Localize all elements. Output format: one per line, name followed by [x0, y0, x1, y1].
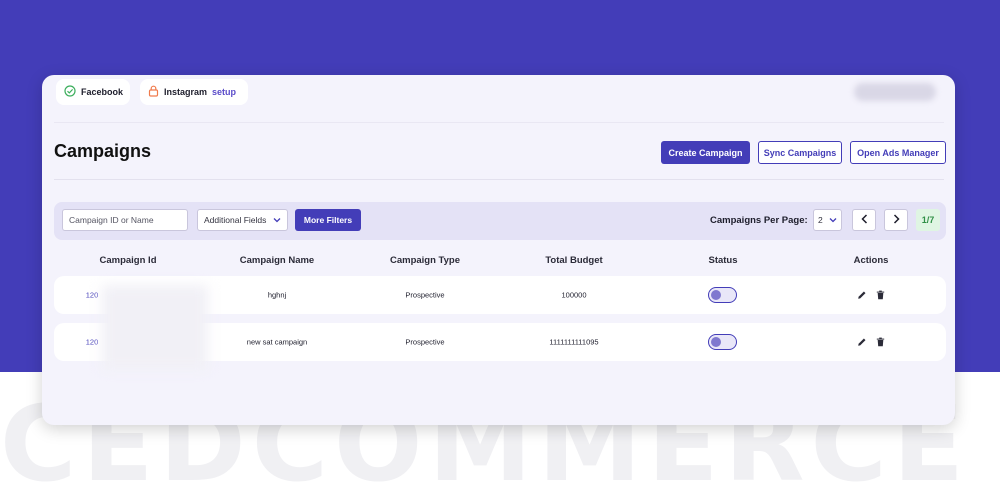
campaigns-panel: Facebook Instagram setup Campaigns Creat… — [42, 75, 955, 425]
column-header-campaign-name: Campaign Name — [239, 255, 315, 266]
toggle-knob — [711, 336, 721, 347]
create-campaign-button[interactable]: Create Campaign — [661, 141, 750, 164]
divider — [54, 122, 944, 123]
delete-icon[interactable] — [876, 290, 885, 300]
sync-campaigns-button[interactable]: Sync Campaigns — [758, 141, 842, 164]
instagram-setup-link[interactable]: setup — [212, 87, 236, 97]
tab-facebook-label: Facebook — [81, 87, 124, 97]
column-header-total-budget: Total Budget — [545, 255, 603, 266]
open-ads-manager-button[interactable]: Open Ads Manager — [850, 141, 946, 164]
campaign-id-link[interactable]: 120 — [86, 338, 99, 347]
chevron-left-icon — [860, 211, 868, 229]
column-header-campaign-id: Campaign Id — [99, 255, 157, 266]
status-toggle[interactable] — [708, 287, 737, 303]
more-filters-button[interactable]: More Filters — [295, 209, 361, 231]
chevron-down-icon — [273, 215, 281, 225]
filter-bar: Additional Fields More Filters Campaigns… — [54, 202, 946, 240]
redacted-id-overlay — [102, 285, 208, 370]
edit-icon[interactable] — [857, 290, 867, 300]
next-page-button[interactable] — [884, 209, 908, 231]
page-indicator: 1/7 — [916, 209, 940, 231]
total-budget: 100000 — [561, 290, 587, 300]
account-profile[interactable] — [854, 83, 936, 101]
campaign-id-link[interactable]: 120 — [86, 291, 99, 300]
chevron-down-icon — [829, 215, 837, 225]
per-page-select[interactable]: 2 — [813, 209, 842, 231]
campaign-name: new sat campaign — [246, 337, 308, 347]
per-page-value: 2 — [818, 215, 823, 225]
campaign-search-input[interactable] — [62, 209, 188, 231]
status-toggle[interactable] — [708, 334, 737, 350]
total-budget: 1111111111095 — [549, 337, 599, 347]
tab-facebook[interactable]: Facebook — [56, 79, 130, 105]
additional-fields-select[interactable]: Additional Fields — [197, 209, 288, 231]
page-title: Campaigns — [54, 141, 152, 161]
delete-icon[interactable] — [876, 337, 885, 347]
campaign-type: Prospective — [405, 337, 445, 347]
divider — [54, 179, 944, 180]
edit-icon[interactable] — [857, 337, 867, 347]
additional-fields-label: Additional Fields — [204, 215, 267, 225]
previous-page-button[interactable] — [852, 209, 876, 231]
campaign-type: Prospective — [405, 290, 445, 300]
toggle-knob — [711, 289, 721, 300]
campaign-name: hghnj — [267, 290, 287, 300]
lock-icon — [148, 85, 164, 99]
chevron-right-icon — [893, 211, 900, 229]
per-page-label: Campaigns Per Page: — [710, 215, 808, 226]
column-header-status: Status — [708, 255, 738, 266]
column-header-actions: Actions — [853, 255, 889, 266]
tab-instagram[interactable]: Instagram setup — [140, 79, 248, 105]
column-header-campaign-type: Campaign Type — [389, 255, 461, 266]
check-circle-icon — [64, 85, 81, 99]
tab-instagram-label: Instagram — [164, 87, 208, 97]
